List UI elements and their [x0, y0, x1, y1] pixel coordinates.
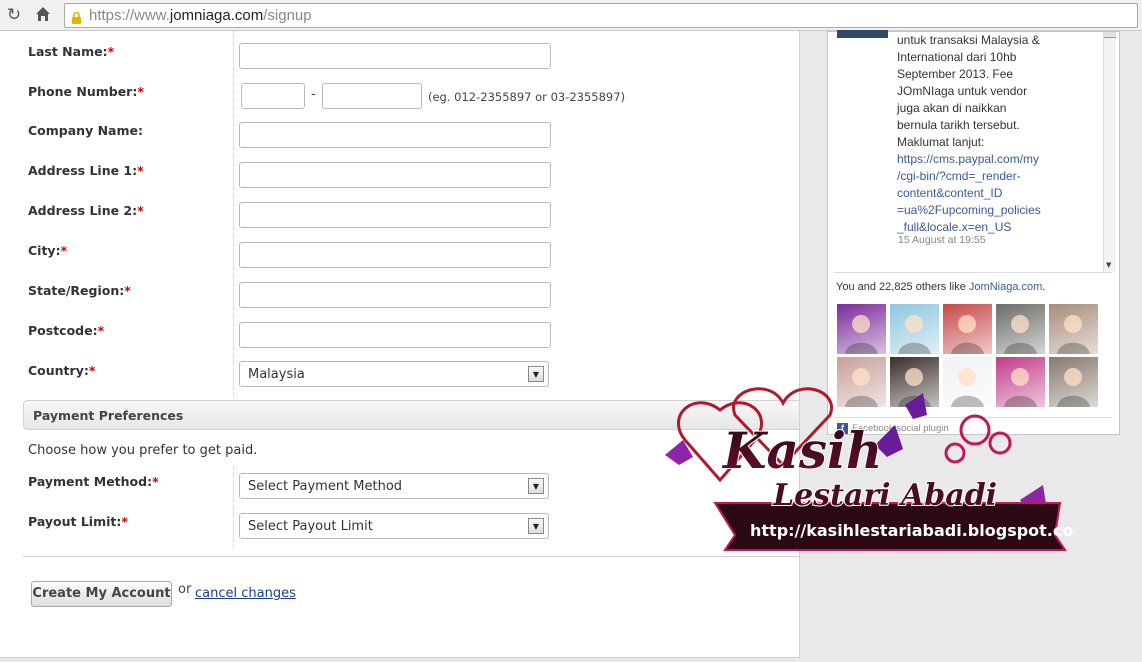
facebook-like-box: untuk transaksi Malaysia & International …	[827, 30, 1120, 435]
post-link-line[interactable]: content&content_ID	[897, 185, 1087, 202]
country-label: Country:*	[28, 363, 96, 378]
post-text-line: Maklumat lanjut:	[897, 135, 985, 149]
watermark-title: Kasih	[721, 421, 882, 480]
fan-avatar[interactable]	[890, 304, 939, 354]
fan-avatar[interactable]	[1049, 304, 1098, 354]
facebook-post: untuk transaksi Malaysia & International …	[897, 32, 1087, 236]
browser-toolbar: ↻ https://www.jomniaga.com/signup	[0, 0, 1142, 31]
postcode-row: Postcode:*	[0, 310, 800, 350]
fan-avatar[interactable]	[837, 304, 886, 354]
city-row: City:*	[0, 230, 800, 270]
address-line-1-label: Address Line 1:*	[28, 163, 144, 178]
url-text: https://www.jomniaga.com/signup	[89, 7, 312, 24]
create-account-button[interactable]: Create My Account	[31, 581, 172, 607]
chevron-down-icon: ▼	[528, 518, 544, 534]
scrollbar[interactable]: ▼	[1103, 32, 1116, 272]
phone-hint: (eg. 012-2355897 or 03-2355897)	[428, 90, 626, 104]
post-text-line: September 2013. Fee	[897, 67, 1014, 81]
or-text: or	[178, 582, 192, 597]
company-name-input[interactable]	[239, 122, 551, 148]
page-link[interactable]: JomNiaga.com	[969, 281, 1042, 293]
state-region-row: State/Region:*	[0, 270, 800, 310]
post-link-line[interactable]: https://cms.paypal.com/my	[897, 151, 1087, 168]
post-link-line[interactable]: =ua%2Fupcoming_policies	[897, 202, 1087, 219]
post-text-line: juga akan di naikkan	[897, 101, 1007, 115]
post-link[interactable]: https://cms.paypal.com/my/cgi-bin/?cmd=_…	[897, 151, 1087, 236]
last-name-label: Last Name:*	[28, 44, 115, 59]
company-name-label: Company Name:	[28, 123, 143, 138]
cancel-changes-link[interactable]: cancel changes	[195, 586, 296, 601]
home-icon[interactable]	[33, 5, 53, 25]
post-timestamp: 15 August at 19:55	[898, 234, 986, 246]
company-name-row: Company Name:	[0, 110, 800, 150]
address-line-1-row: Address Line 1:*	[0, 150, 800, 190]
scroll-down-icon[interactable]: ▼	[1106, 261, 1111, 269]
watermark-subtitle: Lestari Abadi	[772, 478, 997, 513]
postcode-label: Postcode:*	[28, 323, 105, 338]
payment-instruction: Choose how you prefer to get paid.	[28, 443, 258, 458]
phone-separator: -	[311, 87, 316, 102]
last-name-input[interactable]	[239, 43, 551, 69]
country-row: Country:* Malaysia ▼	[0, 350, 800, 390]
address-line-1-input[interactable]	[239, 162, 551, 188]
watermark-logo: Kasih Lestari Abadi http://kasihlestaria…	[655, 385, 1090, 563]
payment-method-label: Payment Method:*	[28, 474, 159, 489]
city-label: City:*	[28, 243, 68, 258]
payment-method-select[interactable]: Select Payment Method ▼	[239, 473, 549, 499]
phone-number-label: Phone Number:*	[28, 84, 144, 99]
state-region-input[interactable]	[239, 282, 551, 308]
post-text-line: bernula tarikh tersebut.	[897, 118, 1020, 132]
state-region-label: State/Region:*	[28, 283, 131, 298]
post-thumbnail	[837, 30, 888, 38]
post-text-line: untuk transaksi Malaysia &	[897, 33, 1040, 47]
last-name-row: Last Name:*	[0, 31, 800, 71]
lock-warning-icon	[70, 9, 83, 24]
phone-number-input[interactable]	[322, 83, 422, 109]
post-link-line[interactable]: /cgi-bin/?cmd=_render-	[897, 168, 1087, 185]
payout-limit-label: Payout Limit:*	[28, 514, 128, 529]
country-select[interactable]: Malaysia ▼	[239, 361, 549, 387]
post-text-line: International dari 10hb	[897, 50, 1017, 64]
likes-count: You and 22,825 others like JomNiaga.com.	[836, 281, 1046, 293]
phone-number-row: Phone Number:* - (eg. 012-2355897 or 03-23…	[0, 71, 800, 111]
address-line-2-label: Address Line 2:*	[28, 203, 144, 218]
chevron-down-icon: ▼	[528, 478, 544, 494]
fan-avatar[interactable]	[996, 304, 1045, 354]
post-text-line: JOmNIaga untuk vendor	[897, 84, 1028, 98]
city-input[interactable]	[239, 242, 551, 268]
payout-limit-select[interactable]: Select Payout Limit ▼	[239, 513, 549, 539]
reload-icon[interactable]: ↻	[4, 5, 24, 25]
signup-form: Last Name:* Phone Number:* - (eg. 012-23558…	[0, 31, 800, 658]
address-bar[interactable]: https://www.jomniaga.com/signup	[64, 3, 1138, 28]
watermark-url: http://kasihlestariabadi.blogspot.com	[750, 521, 1075, 540]
payment-heading: Payment Preferences	[33, 408, 184, 423]
postcode-input[interactable]	[239, 322, 551, 348]
chevron-down-icon: ▼	[528, 366, 544, 382]
address-line-2-row: Address Line 2:*	[0, 190, 800, 230]
phone-prefix-input[interactable]	[241, 83, 305, 109]
fan-avatar[interactable]	[943, 304, 992, 354]
address-line-2-input[interactable]	[239, 202, 551, 228]
